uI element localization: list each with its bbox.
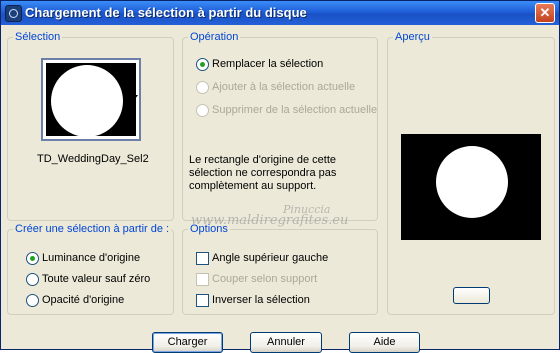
label-subtract-selection: Supprimer de la sélection actuelle: [212, 104, 378, 116]
radio-source-opacity[interactable]: [26, 294, 39, 307]
radio-selected-dot: [30, 256, 35, 261]
radio-selected-dot: [200, 62, 205, 67]
thumbnail-circle: [51, 65, 123, 137]
title-bar: Chargement de la sélection à partir du d…: [1, 1, 559, 25]
label-source-luminance: Luminance d'origine: [42, 252, 141, 264]
preview-circle: [436, 146, 508, 218]
window-title: Chargement de la sélection à partir du d…: [25, 5, 307, 20]
selection-thumbnail: [46, 63, 136, 137]
checkbox-top-left-corner[interactable]: [196, 252, 209, 265]
label-replace-selection: Remplacer la sélection: [212, 58, 324, 70]
radio-source-luminance[interactable]: [26, 252, 39, 265]
selection-legend: Sélection: [15, 31, 61, 43]
operation-note-line-2: sélection ne correspondra pas: [189, 167, 337, 179]
selection-thumbnail-picker[interactable]: [41, 58, 141, 141]
radio-add-selection[interactable]: [196, 81, 209, 94]
preview-zoom-button[interactable]: [453, 287, 490, 304]
radio-any-non-zero[interactable]: [26, 273, 39, 286]
selection-filename: TD_WeddingDay_Sel2: [37, 153, 149, 165]
checkbox-invert-selection[interactable]: [196, 294, 209, 307]
preview-legend: Aperçu: [395, 31, 430, 43]
create-from-legend: Créer une sélection à partir de :: [15, 223, 170, 235]
label-source-opacity: Opacité d'origine: [42, 294, 125, 306]
label-top-left-corner: Angle supérieur gauche: [212, 252, 329, 264]
radio-subtract-selection[interactable]: [196, 104, 209, 117]
label-any-non-zero: Toute valeur sauf zéro: [42, 273, 151, 285]
close-button[interactable]: ✕: [535, 3, 555, 23]
checkbox-clip-to-canvas[interactable]: [196, 273, 209, 286]
label-clip-to-canvas: Couper selon support: [212, 273, 318, 285]
load-selection-dialog: Chargement de la sélection à partir du d…: [0, 0, 560, 353]
operation-note-line-3: complètement au support.: [189, 180, 317, 192]
label-invert-selection: Inverser la sélection: [212, 294, 310, 306]
label-add-selection: Ajouter à la sélection actuelle: [212, 81, 356, 93]
app-icon: [5, 5, 22, 22]
dropdown-arrow-icon[interactable]: [132, 95, 138, 99]
operation-legend: Opération: [190, 31, 239, 43]
operation-note-line-1: Le rectangle d'origine de cette: [189, 154, 337, 166]
preview-image: [401, 134, 541, 240]
radio-replace-selection[interactable]: [196, 58, 209, 71]
watermark-url: www.maldiregrafites.eu: [191, 213, 349, 228]
